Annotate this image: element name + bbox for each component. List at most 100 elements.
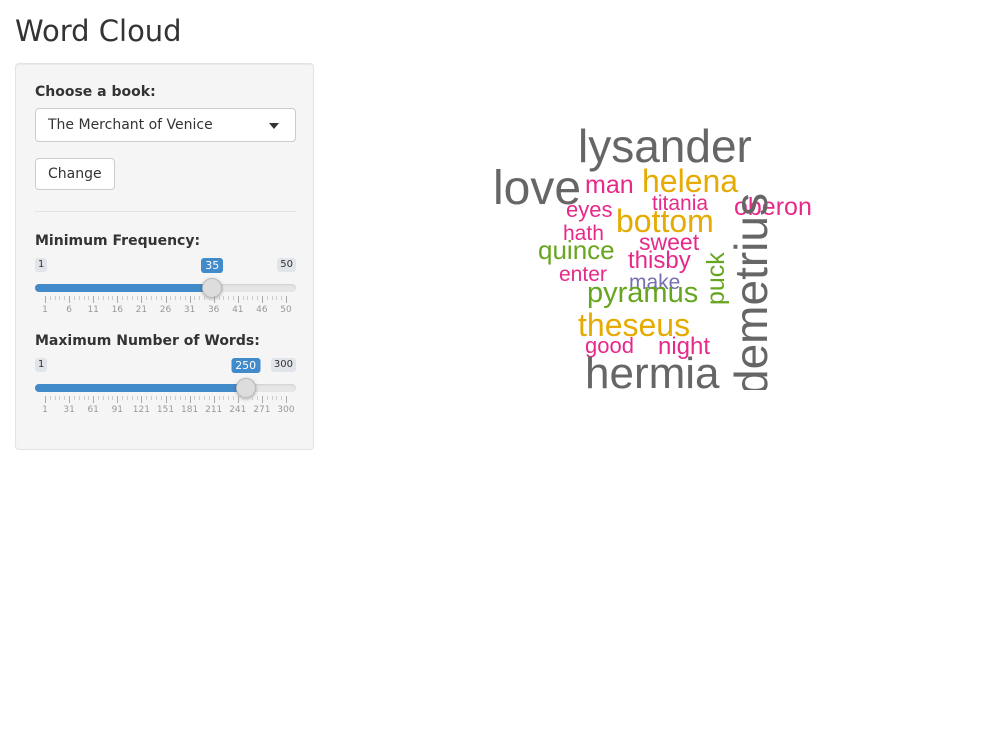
slider-minor-tick — [232, 396, 234, 400]
slider-fill — [35, 284, 213, 292]
slider-tick — [141, 296, 143, 303]
cloud-word: thisby — [628, 247, 691, 274]
slider-minor-tick — [107, 396, 109, 400]
slider-tick-label: 181 — [181, 405, 199, 415]
slider-minor-tick — [179, 296, 181, 300]
slider-tick-label: 36 — [207, 305, 220, 315]
slider-minor-tick — [54, 296, 56, 300]
slider-value-label: 250 — [231, 358, 261, 373]
slider-tick-label: 50 — [280, 305, 292, 315]
slider-minor-tick — [126, 296, 128, 300]
slider-minor-tick — [151, 396, 153, 400]
slider-min-label: 1 — [35, 358, 48, 372]
slider-minor-tick — [78, 396, 80, 400]
page-title: Word Cloud — [15, 14, 182, 48]
slider-tick — [45, 296, 46, 303]
slider-tick-label: 151 — [156, 405, 175, 415]
slider-max-label: 50 — [277, 258, 296, 272]
slider-minor-tick — [271, 396, 273, 400]
slider-handle[interactable] — [235, 378, 256, 398]
slider-minor-tick — [136, 296, 138, 300]
slider-minor-tick — [266, 296, 268, 300]
slider-tick — [286, 396, 287, 403]
slider-tick-label: 46 — [256, 305, 268, 315]
slider-tick-label: 241 — [229, 405, 247, 415]
slider-minor-tick — [54, 396, 56, 400]
slider-minor-tick — [199, 396, 201, 400]
max-words-label: Maximum Number of Words: — [35, 333, 260, 349]
slider-tick-label: 91 — [111, 405, 124, 415]
slider-minor-tick — [73, 396, 75, 400]
slider-minor-tick — [49, 296, 51, 300]
slider-tick-label: 6 — [66, 305, 72, 315]
slider-handle[interactable] — [202, 278, 223, 298]
slider-tick — [237, 396, 239, 403]
slider-minor-tick — [146, 296, 148, 300]
chevron-down-icon — [269, 123, 279, 129]
slider-minor-tick — [102, 296, 104, 300]
slider-tick — [237, 296, 239, 303]
slider-minor-tick — [88, 296, 90, 300]
slider-tick — [165, 296, 167, 303]
slider-minor-tick — [281, 296, 283, 300]
book-select[interactable]: The Merchant of Venice — [35, 108, 296, 142]
min-frequency-label: Minimum Frequency: — [35, 233, 201, 249]
slider-minor-tick — [122, 396, 124, 400]
slider-minor-tick — [204, 296, 206, 300]
slider-tick — [93, 396, 95, 403]
slider-min-label: 1 — [35, 258, 48, 272]
slider-minor-tick — [242, 296, 244, 300]
slider-minor-tick — [59, 396, 61, 400]
slider-tick-label: 41 — [232, 305, 244, 315]
slider-tick — [189, 396, 191, 403]
slider-minor-tick — [83, 296, 85, 300]
slider-minor-tick — [107, 296, 109, 300]
slider-minor-tick — [98, 296, 100, 300]
slider-tick — [141, 396, 143, 403]
slider-minor-tick — [208, 396, 210, 400]
slider-minor-tick — [112, 296, 114, 300]
slider-minor-tick — [228, 396, 230, 400]
slider-minor-tick — [232, 296, 234, 300]
slider-tick-label: 26 — [159, 305, 172, 315]
slider-minor-tick — [49, 396, 51, 400]
slider-minor-tick — [59, 296, 61, 300]
max-words-slider[interactable]: 1 300 250 1 31 61 91 121 151 181 211 241 271 300 — [35, 358, 296, 418]
slider-tick-label: 21 — [135, 305, 148, 315]
slider-tick — [69, 296, 71, 303]
slider-minor-tick — [175, 396, 177, 400]
slider-tick-label: 1 — [42, 305, 48, 315]
slider-minor-tick — [122, 296, 124, 300]
slider-minor-tick — [242, 396, 244, 400]
slider-tick-label: 61 — [87, 405, 99, 415]
slider-minor-tick — [155, 296, 157, 300]
slider-minor-tick — [194, 296, 196, 300]
cloud-word: hermia — [585, 349, 720, 391]
slider-minor-tick — [160, 396, 162, 400]
slider-minor-tick — [126, 396, 128, 400]
slider-tick — [117, 396, 119, 403]
slider-minor-tick — [170, 296, 172, 300]
slider-minor-tick — [131, 396, 133, 400]
min-frequency-slider[interactable]: 1 50 35 1 6 11 16 21 26 31 36 41 46 50 — [35, 258, 296, 318]
slider-minor-tick — [88, 396, 90, 400]
slider-tick — [45, 396, 46, 403]
slider-tick-label: 211 — [205, 405, 223, 415]
slider-tick-label: 300 — [277, 405, 295, 415]
slider-minor-tick — [257, 296, 259, 300]
slider-minor-tick — [160, 296, 162, 300]
divider — [35, 211, 296, 212]
slider-fill — [35, 384, 246, 392]
slider-tick-label: 31 — [63, 405, 75, 415]
slider-minor-tick — [73, 296, 75, 300]
change-button[interactable]: Change — [35, 158, 115, 190]
slider-tick-label: 121 — [132, 405, 150, 415]
slider-tick-label: 16 — [111, 305, 124, 315]
slider-minor-tick — [179, 396, 181, 400]
cloud-word: man — [585, 171, 634, 199]
slider-minor-tick — [170, 396, 172, 400]
slider-minor-tick — [155, 396, 157, 400]
slider-minor-tick — [276, 296, 278, 300]
slider-minor-tick — [112, 396, 114, 400]
slider-minor-tick — [271, 296, 273, 300]
